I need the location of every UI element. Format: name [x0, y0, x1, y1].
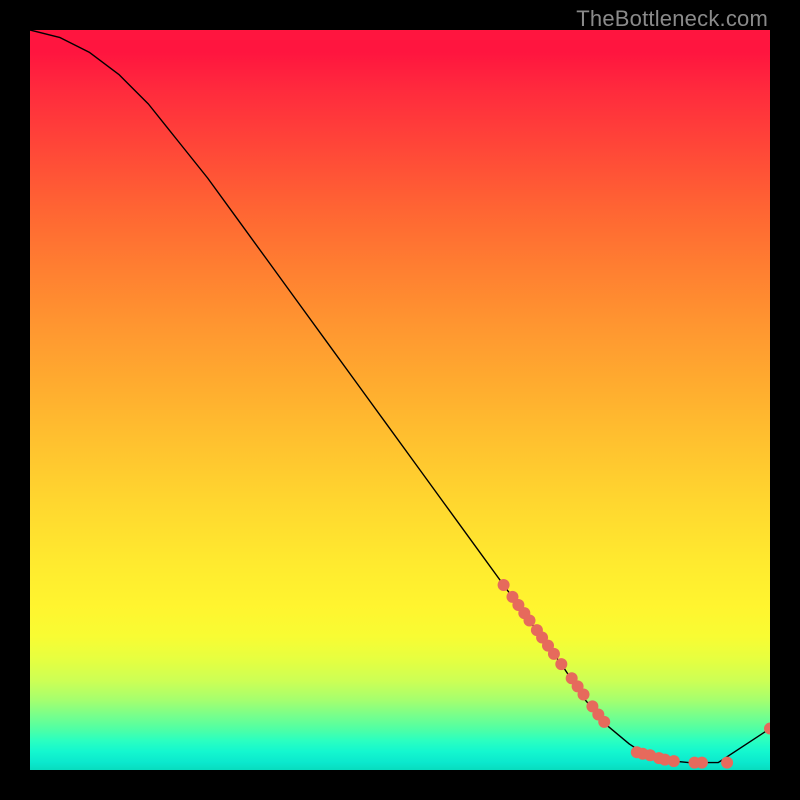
series-curve — [30, 30, 770, 763]
marker-cluster-a — [555, 658, 567, 670]
marker-cluster-a — [524, 615, 536, 627]
marker-cluster-b — [668, 755, 680, 767]
chart-markers — [498, 579, 770, 769]
marker-cluster-a — [498, 579, 510, 591]
chart-line — [30, 30, 770, 763]
watermark-text: TheBottleneck.com — [576, 6, 768, 32]
marker-cluster-b — [721, 757, 733, 769]
marker-cluster-a — [598, 716, 610, 728]
marker-cluster-b — [696, 757, 708, 769]
marker-cluster-a — [548, 648, 560, 660]
chart-svg — [30, 30, 770, 770]
plot-area — [30, 30, 770, 770]
marker-end — [764, 723, 770, 735]
chart-stage: TheBottleneck.com — [0, 0, 800, 800]
marker-cluster-a — [578, 689, 590, 701]
